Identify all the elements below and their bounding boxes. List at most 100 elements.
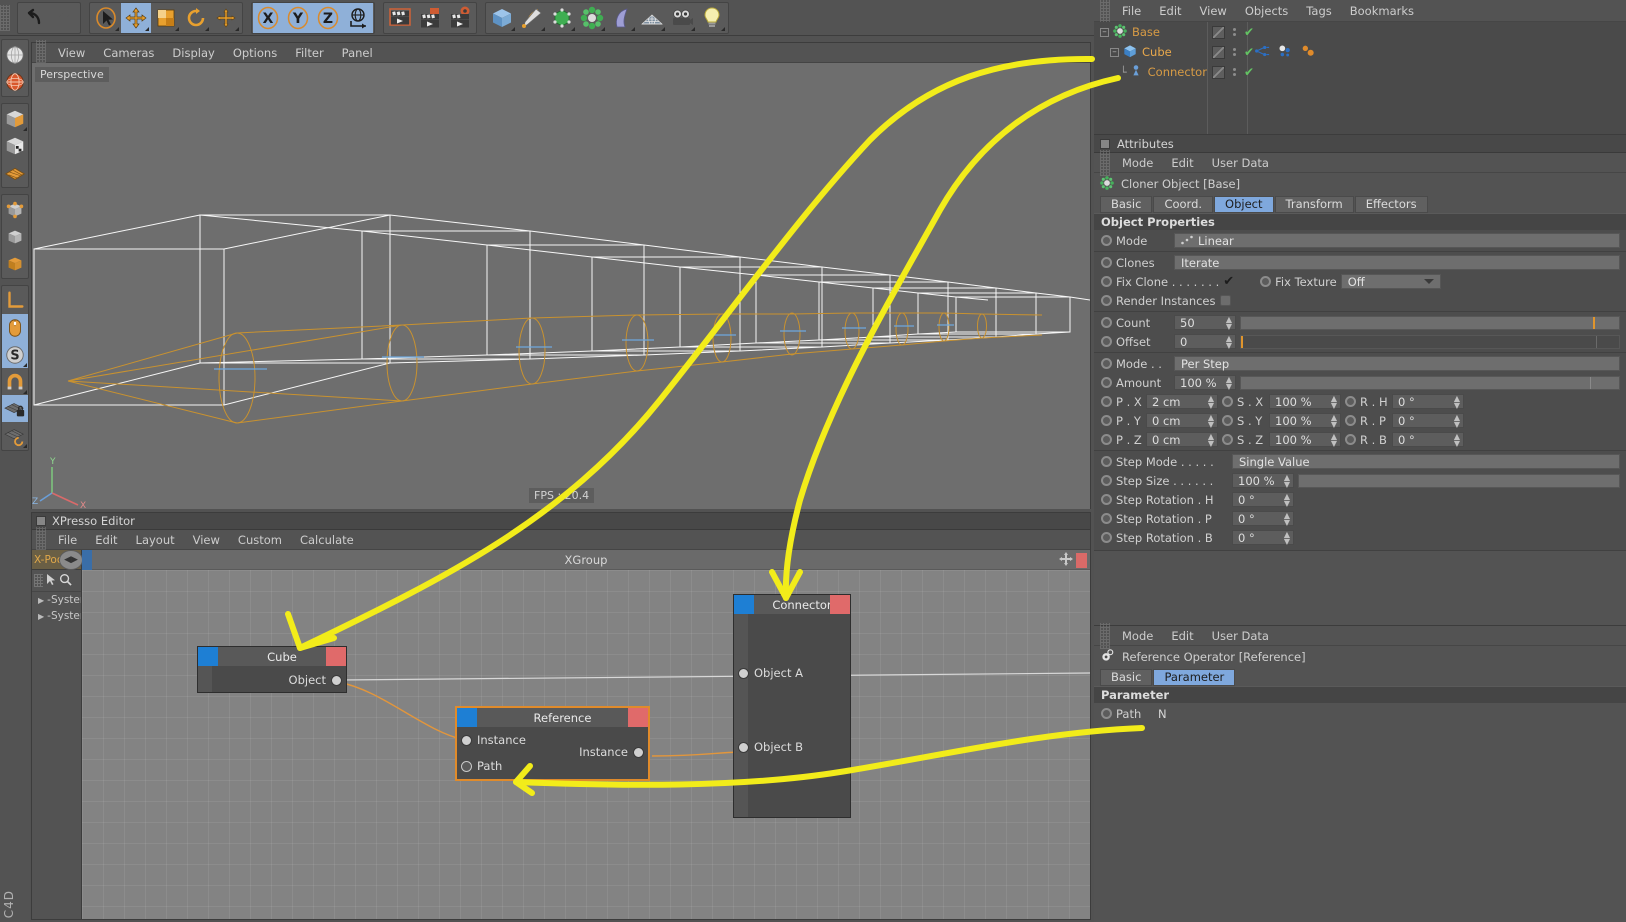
animate-radio-icon[interactable] [1222,415,1233,426]
world-coordinates-button[interactable] [343,2,373,33]
spinner-icon[interactable]: ▲ ▼ [1208,394,1214,409]
node-cube-header[interactable]: Cube [198,647,346,666]
toolbar-drag-handle[interactable] [0,4,10,31]
node-input-handle[interactable] [734,595,754,614]
field-offset[interactable]: 0 ▲ ▼ [1174,334,1236,349]
node-reference-header[interactable]: Reference [457,708,648,727]
animate-radio-icon[interactable] [1101,532,1112,543]
animate-radio-icon[interactable] [1101,415,1112,426]
dropdown-step-mode[interactable]: Single Value [1232,454,1620,469]
xgroup-handle[interactable] [82,550,92,570]
field-step-rot-b[interactable]: 0 ° ▲ ▼ [1232,530,1294,545]
make-editable-button[interactable] [2,105,28,132]
row-clones[interactable]: Clones Iterate [1094,253,1626,272]
xpresso-menu-file[interactable]: File [49,531,86,549]
attr-menu-mode[interactable]: Mode [1113,154,1162,172]
row-step-rotation-h[interactable]: Step Rotation . H 0 ° ▲ ▼ [1094,490,1626,509]
node-output-handle[interactable] [628,708,648,727]
field-step-size[interactable]: 100 % ▲ ▼ [1232,473,1294,488]
enable-check-icon[interactable]: ✔ [1244,66,1254,78]
dropdown-fix-texture[interactable]: Off [1340,274,1441,289]
input-port-dot-object-b[interactable] [738,741,749,753]
viewport-menu-cameras[interactable]: Cameras [94,44,163,62]
xgroup-close-box[interactable] [1076,553,1087,568]
om-menu-objects[interactable]: Objects [1236,2,1297,20]
add-mograph-button[interactable] [577,2,607,33]
viewport-menu-view[interactable]: View [49,44,94,62]
expander-minus-icon[interactable]: – [1100,27,1109,37]
animate-radio-icon[interactable] [1345,396,1356,407]
object-manager-tree[interactable]: – Base ✔ – Cube ✔ └ Connector ✔ [1094,22,1626,135]
viewport-menu-panel[interactable]: Panel [333,44,382,62]
tab2-parameter[interactable]: Parameter [1153,668,1236,686]
node-input-handle[interactable] [457,708,477,727]
slider-amount[interactable] [1240,375,1620,390]
enable-check-icon[interactable]: ✔ [1244,26,1254,38]
object-row-cube[interactable]: – Cube ✔ [1094,42,1626,62]
row-fix-clone[interactable]: Fix Clone . . . . . . . ✔ Fix Texture Of… [1094,272,1626,291]
field-count[interactable]: 50 ▲ ▼ [1174,315,1236,330]
row-offset[interactable]: Offset 0 ▲ ▼ [1094,332,1626,351]
add-environment-button[interactable] [637,2,667,33]
spinner-icon[interactable]: ▲ ▼ [1284,473,1290,488]
viewport-menu-filter[interactable]: Filter [286,44,332,62]
slider-step-size[interactable] [1298,473,1620,488]
animate-radio-icon[interactable] [1101,475,1112,486]
magnet-tool-button[interactable] [2,368,28,395]
add-light-button[interactable] [697,2,727,33]
expander-arrow-icon[interactable]: ▶ [38,612,44,621]
field-rp[interactable]: 0 ° ▲ ▼ [1392,413,1464,428]
row-psr-z[interactable]: P . Z 0 cm ▲▼ S . Z 100 % ▲▼ R . B 0 ° [1094,430,1626,449]
sphere-render-button[interactable] [2,41,28,68]
attributes-bottom-drag-handle[interactable] [1100,622,1110,649]
animate-radio-icon[interactable] [1101,513,1112,524]
attr-menu-edit[interactable]: Edit [1162,154,1202,172]
row-count[interactable]: Count 50 ▲ ▼ [1094,313,1626,332]
xpool-tree-item[interactable]: ▶ -System [32,592,81,608]
xpresso-drag-handle[interactable] [36,526,46,553]
row-render-instances[interactable]: Render Instances [1094,291,1626,310]
tab2-basic[interactable]: Basic [1100,668,1153,686]
tab-coord[interactable]: Coord. [1153,195,1214,213]
xpresso-tag-icon[interactable] [1254,44,1270,61]
node-input-handle[interactable] [198,647,218,666]
animate-radio-icon[interactable] [1222,434,1233,445]
field-py[interactable]: 0 cm ▲ ▼ [1146,413,1218,428]
render-to-picture-viewer-button[interactable] [415,2,445,33]
animate-radio-icon[interactable] [1345,434,1356,445]
tab-basic[interactable]: Basic [1100,195,1153,213]
row-amount[interactable]: Amount 100 % ▲ ▼ [1094,373,1626,392]
node-reference[interactable]: Reference Instance Instance Path [455,706,650,781]
render-view-button[interactable] [385,2,415,33]
dropdown-mode[interactable]: Linear [1174,233,1620,248]
field-px[interactable]: 2 cm ▲ ▼ [1146,394,1218,409]
plus-cross-tool[interactable] [211,2,241,33]
add-deformer-button[interactable] [607,2,637,33]
expander-minus-icon[interactable]: – [1110,47,1119,57]
animate-radio-icon[interactable] [1222,396,1233,407]
add-primitive-cube-button[interactable] [487,2,517,33]
row-step-size[interactable]: Step Size . . . . . . 100 % ▲ ▼ [1094,471,1626,490]
xgroup-move-icon[interactable] [1059,552,1073,569]
object-manager-drag-handle[interactable] [1100,0,1110,24]
field-sx[interactable]: 100 % ▲ ▼ [1269,394,1341,409]
field-sy[interactable]: 100 % ▲ ▼ [1269,413,1341,428]
viewport-drag-handle[interactable] [36,39,46,66]
input-port-dot-instance[interactable] [461,734,472,746]
field-rb[interactable]: 0 ° ▲ ▼ [1392,432,1464,447]
row-step-rotation-p[interactable]: Step Rotation . P 0 ° ▲ ▼ [1094,509,1626,528]
om-menu-file[interactable]: File [1113,2,1150,20]
animate-radio-icon[interactable] [1101,295,1112,306]
om-menu-tags[interactable]: Tags [1297,2,1340,20]
row-psr-x[interactable]: P . X 2 cm ▲▼ S . X 100 % ▲▼ R . H 0 ° [1094,392,1626,411]
attr2-menu-mode[interactable]: Mode [1113,627,1162,645]
spinner-icon[interactable]: ▲ ▼ [1454,413,1460,428]
connector-tag-icon[interactable] [1300,44,1316,61]
enable-check-icon[interactable]: ✔ [1244,46,1254,58]
node-output-handle[interactable] [326,647,346,666]
row-step-rotation-b[interactable]: Step Rotation . B 0 ° ▲ ▼ [1094,528,1626,547]
row-mode[interactable]: Mode Linear [1094,231,1626,250]
tab-transform[interactable]: Transform [1274,195,1354,213]
globe-render-button[interactable] [2,68,28,95]
viewport-canvas[interactable]: Perspective FPS : 20.4 Y X Z [32,63,1090,509]
